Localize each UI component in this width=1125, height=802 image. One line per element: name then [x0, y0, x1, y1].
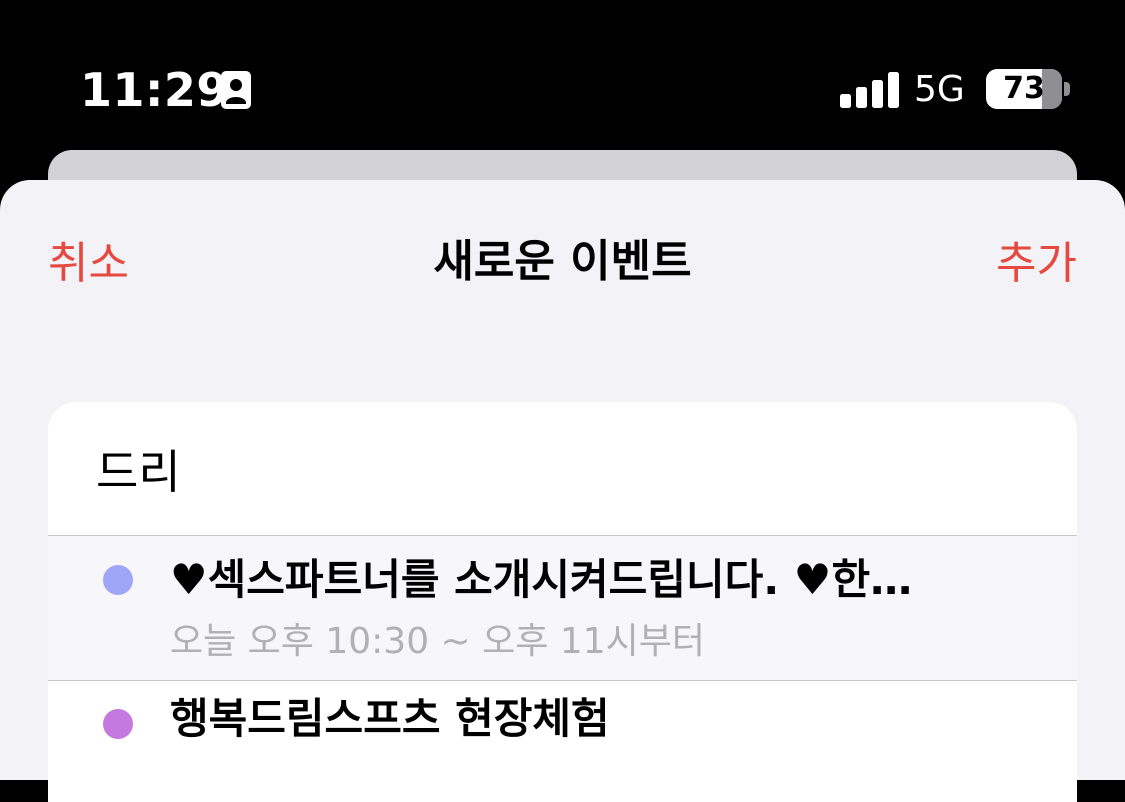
- suggestion-title: 행복드림스프츠 현장체험: [170, 694, 610, 743]
- event-title-field[interactable]: 드리: [96, 444, 1036, 500]
- status-bar: 11:29 5G 73: [0, 0, 1125, 150]
- new-event-sheet: 취소 새로운 이벤트 추가 드리 ♥섹스파트너를 소개시켜드립니다. ♥한… 오…: [0, 180, 1125, 802]
- page-title: 새로운 이벤트: [433, 236, 692, 287]
- battery-cap: [1064, 82, 1070, 96]
- battery-level: 73: [1003, 71, 1045, 106]
- navigation-bar: 취소 새로운 이벤트 추가: [0, 180, 1125, 350]
- add-button[interactable]: 추가: [996, 238, 1077, 290]
- calendar-color-dot: [103, 565, 133, 595]
- event-form-card: 드리 ♥섹스파트너를 소개시켜드립니다. ♥한… 오늘 오후 10:30 ~ 오…: [48, 402, 1077, 802]
- network-type: 5G: [914, 69, 965, 110]
- calendar-color-dot: [103, 709, 133, 739]
- signal-icon: [840, 72, 899, 108]
- suggestion-subtitle: 오늘 오후 10:30 ~ 오후 11시부터: [170, 621, 706, 662]
- person-badge-icon: [221, 71, 251, 109]
- battery-icon: 73: [986, 69, 1062, 109]
- status-time: 11:29: [80, 63, 229, 117]
- suggestion-title: ♥섹스파트너를 소개시켜드립니다. ♥한…: [170, 555, 913, 604]
- suggestion-item[interactable]: 행복드림스프츠 현장체험: [48, 681, 1077, 801]
- suggestion-item[interactable]: ♥섹스파트너를 소개시켜드립니다. ♥한… 오늘 오후 10:30 ~ 오후 1…: [48, 536, 1077, 680]
